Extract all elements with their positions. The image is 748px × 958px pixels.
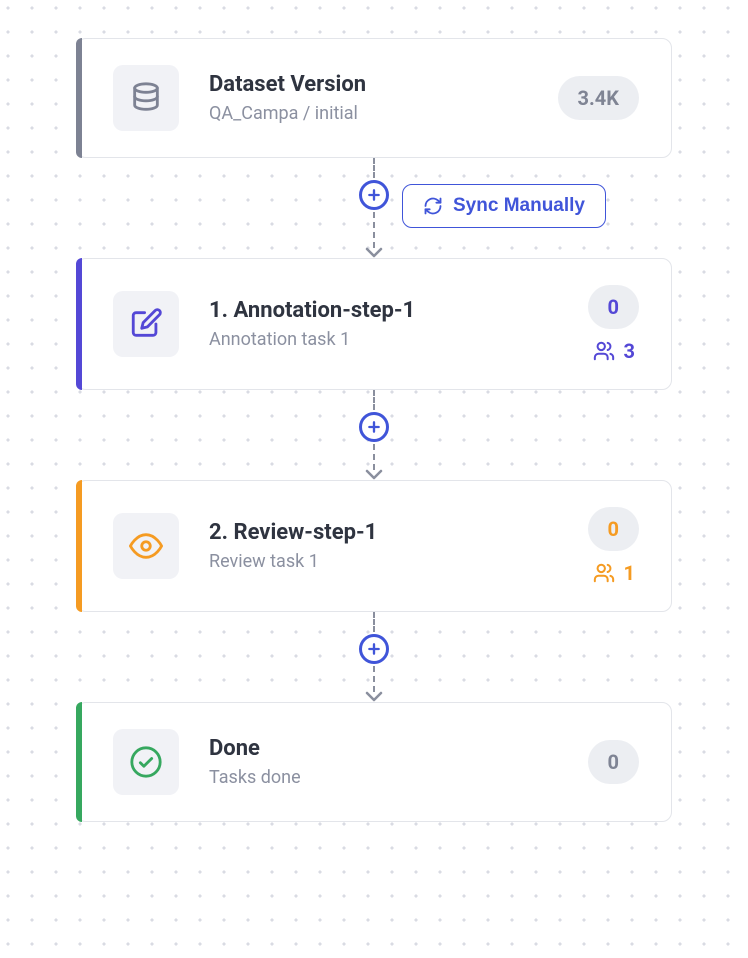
node-review[interactable]: 2. Review-step-1 Review task 1 0 1: [76, 480, 672, 612]
node-annotation[interactable]: 1. Annotation-step-1 Annotation task 1 0…: [76, 258, 672, 390]
node-subtitle: Tasks done: [209, 767, 588, 788]
assignees-count-value: 1: [624, 561, 635, 585]
people-icon: [592, 340, 616, 362]
sync-icon: [423, 196, 443, 216]
assignees-count-value: 3: [624, 339, 635, 363]
workflow-canvas: Dataset Version QA_Campa / initial 3.4K …: [0, 0, 748, 958]
people-icon: [592, 562, 616, 584]
sync-manually-button[interactable]: Sync Manually: [402, 184, 606, 228]
add-step-button[interactable]: [359, 634, 389, 664]
node-subtitle: Annotation task 1: [209, 329, 588, 350]
node-stripe: [76, 702, 82, 822]
connector: [0, 390, 748, 480]
add-step-button[interactable]: [359, 180, 389, 210]
connector: Sync Manually: [0, 158, 748, 258]
assignees-count[interactable]: 3: [592, 339, 635, 363]
eye-icon: [113, 513, 179, 579]
node-title: 2. Review-step-1: [209, 520, 588, 545]
node-title: Done: [209, 736, 588, 761]
count-badge: 3.4K: [558, 76, 639, 120]
edit-icon: [113, 291, 179, 357]
node-subtitle: QA_Campa / initial: [209, 103, 558, 124]
database-icon: [113, 65, 179, 131]
node-dataset[interactable]: Dataset Version QA_Campa / initial 3.4K: [76, 38, 672, 158]
assignees-count[interactable]: 1: [592, 561, 635, 585]
count-badge: 0: [588, 285, 639, 329]
count-badge: 0: [588, 740, 639, 784]
node-stripe: [76, 480, 82, 612]
node-done[interactable]: Done Tasks done 0: [76, 702, 672, 822]
node-stripe: [76, 258, 82, 390]
node-stripe: [76, 38, 82, 158]
node-title: 1. Annotation-step-1: [209, 298, 588, 323]
connector: [0, 612, 748, 702]
check-icon: [113, 729, 179, 795]
node-title: Dataset Version: [209, 72, 558, 97]
count-badge: 0: [588, 507, 639, 551]
sync-button-label: Sync Manually: [453, 195, 585, 217]
node-subtitle: Review task 1: [209, 551, 588, 572]
add-step-button[interactable]: [359, 412, 389, 442]
